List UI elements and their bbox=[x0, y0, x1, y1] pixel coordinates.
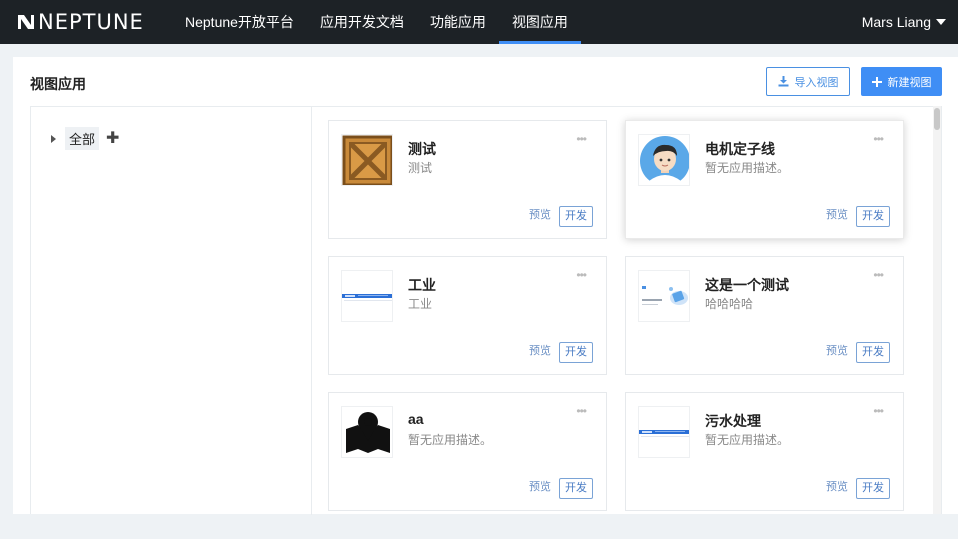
category-tree: 全部 ✚ bbox=[31, 107, 312, 515]
app-card-title: 工业 bbox=[408, 277, 436, 293]
preview-link[interactable]: 预览 bbox=[826, 206, 848, 222]
app-card-description: 哈哈哈哈 bbox=[705, 297, 754, 311]
more-options-icon[interactable]: ••• bbox=[873, 269, 884, 281]
import-view-label: 导入视图 bbox=[794, 76, 839, 89]
app-card-description: 暂无应用描述。 bbox=[408, 433, 493, 447]
caret-right-icon[interactable] bbox=[51, 134, 56, 143]
more-options-icon[interactable]: ••• bbox=[576, 133, 587, 145]
scrollbar-thumb[interactable] bbox=[934, 108, 940, 130]
more-options-icon[interactable]: ••• bbox=[576, 405, 587, 417]
preview-link[interactable]: 预览 bbox=[826, 342, 848, 358]
neptune-logo-icon bbox=[18, 14, 34, 30]
nav-item-dev-docs[interactable]: 应用开发文档 bbox=[307, 0, 417, 44]
nav-menu: Neptune开放平台 应用开发文档 功能应用 视图应用 bbox=[172, 0, 581, 44]
app-card[interactable]: 这是一个测试 哈哈哈哈 ••• 预览 开发 bbox=[625, 256, 904, 375]
app-card[interactable]: aa 暂无应用描述。 ••• 预览 开发 bbox=[328, 392, 607, 511]
nav-item-open-platform[interactable]: Neptune开放平台 bbox=[172, 0, 307, 44]
app-card-description: 测试 bbox=[408, 161, 433, 175]
app-card-title: 污水处理 bbox=[705, 413, 761, 429]
new-view-label: 新建视图 bbox=[887, 76, 932, 89]
add-category-icon[interactable]: ✚ bbox=[106, 130, 119, 146]
app-card-description: 工业 bbox=[408, 297, 433, 311]
app-card[interactable]: 污水处理 暂无应用描述。 ••• 预览 开发 bbox=[625, 392, 904, 511]
develop-button[interactable]: 开发 bbox=[559, 478, 593, 499]
develop-button[interactable]: 开发 bbox=[856, 478, 890, 499]
more-options-icon[interactable]: ••• bbox=[873, 133, 884, 145]
page-title: 视图应用 bbox=[30, 76, 86, 92]
tree-node-all: 全部 ✚ bbox=[51, 127, 119, 150]
brand-logo[interactable]: NEPTUNE bbox=[0, 0, 172, 44]
more-options-icon[interactable]: ••• bbox=[576, 269, 587, 281]
tree-label-all[interactable]: 全部 bbox=[65, 127, 100, 150]
screenshot-icon bbox=[341, 270, 393, 322]
preview-link[interactable]: 预览 bbox=[826, 478, 848, 494]
download-icon bbox=[778, 76, 789, 87]
app-card-title: aa bbox=[408, 411, 424, 427]
app-card-title: 这是一个测试 bbox=[705, 277, 789, 293]
crate-icon bbox=[341, 134, 393, 186]
plus-icon bbox=[871, 76, 882, 87]
app-card[interactable]: 电机定子线 暂无应用描述。 ••• 预览 开发 bbox=[625, 120, 904, 239]
avatar-icon bbox=[638, 134, 690, 186]
app-card[interactable]: 工业 工业 ••• 预览 开发 bbox=[328, 256, 607, 375]
develop-button[interactable]: 开发 bbox=[559, 206, 593, 227]
develop-button[interactable]: 开发 bbox=[559, 342, 593, 363]
app-card-title: 电机定子线 bbox=[705, 141, 775, 157]
map-pin-icon bbox=[341, 406, 393, 458]
top-nav: NEPTUNE Neptune开放平台 应用开发文档 功能应用 视图应用 Mar… bbox=[0, 0, 958, 44]
preview-link[interactable]: 预览 bbox=[529, 478, 551, 494]
caret-down-icon bbox=[936, 19, 946, 25]
more-options-icon[interactable]: ••• bbox=[873, 405, 884, 417]
import-view-button[interactable]: 导入视图 bbox=[766, 67, 850, 96]
new-view-button[interactable]: 新建视图 bbox=[861, 67, 942, 96]
preview-link[interactable]: 预览 bbox=[529, 206, 551, 222]
nav-item-view-apps[interactable]: 视图应用 bbox=[498, 0, 581, 44]
nav-item-function-apps[interactable]: 功能应用 bbox=[417, 0, 499, 44]
brand-name: NEPTUNE bbox=[38, 10, 144, 34]
screenshot-icon bbox=[638, 406, 690, 458]
content-frame: 全部 ✚ 测试 测试 ••• 预览 开发 电机定子线 暂无应用描述。 ••• 预… bbox=[30, 106, 942, 515]
develop-button[interactable]: 开发 bbox=[856, 342, 890, 363]
app-card-title: 测试 bbox=[408, 141, 436, 157]
app-card[interactable]: 测试 测试 ••• 预览 开发 bbox=[328, 120, 607, 239]
develop-button[interactable]: 开发 bbox=[856, 206, 890, 227]
cloud-illustration-icon bbox=[638, 270, 690, 322]
user-name: Mars Liang bbox=[861, 14, 931, 30]
main-panel: 视图应用 导入视图 新建视图 全部 ✚ 测试 测试 ••• 预览 开发 电机定子… bbox=[13, 57, 958, 515]
grid-scrollbar[interactable] bbox=[933, 106, 941, 514]
user-menu[interactable]: Mars Liang bbox=[862, 0, 946, 44]
app-card-grid: 测试 测试 ••• 预览 开发 电机定子线 暂无应用描述。 ••• 预览 开发 … bbox=[312, 107, 934, 515]
app-card-description: 暂无应用描述。 bbox=[705, 433, 790, 447]
app-card-description: 暂无应用描述。 bbox=[705, 161, 790, 175]
preview-link[interactable]: 预览 bbox=[529, 342, 551, 358]
